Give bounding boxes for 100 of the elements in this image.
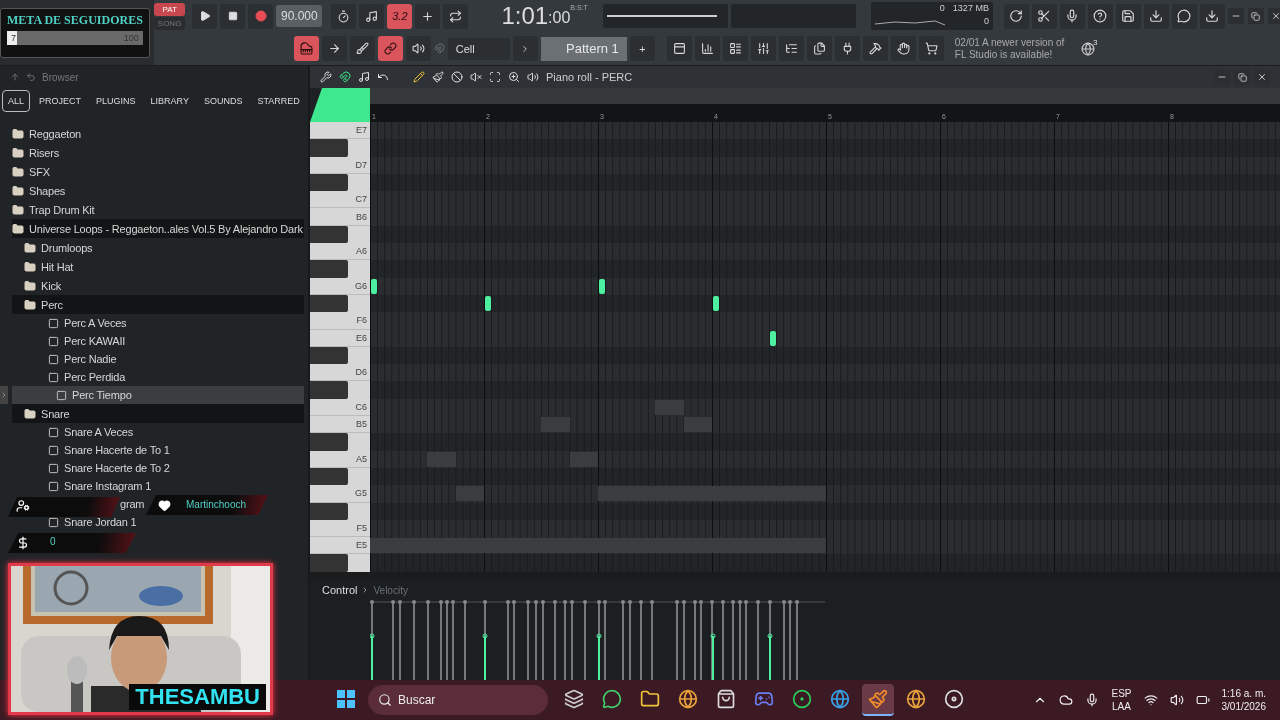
file-icon: [48, 371, 59, 383]
snap-selector[interactable]: Cell: [447, 37, 510, 60]
minimize-button[interactable]: [1214, 69, 1230, 85]
toolbar-button[interactable]: [694, 36, 720, 62]
toolbar-button[interactable]: [1003, 3, 1029, 29]
toolbar-button[interactable]: [666, 36, 692, 62]
toolbar-button[interactable]: 3.2: [387, 3, 413, 29]
file-icon: [48, 480, 59, 492]
clock-time: 1:16 a. m.: [1221, 687, 1266, 700]
window-icon: [672, 42, 686, 56]
goal-title: META DE SEGUIDORES: [7, 13, 143, 28]
tree-item[interactable]: Snare: [12, 404, 304, 423]
tree-icon: [784, 42, 798, 56]
toolbar-button[interactable]: [405, 36, 431, 62]
note-icon: [365, 9, 379, 23]
save-icon: [1121, 9, 1136, 24]
toolbar-button[interactable]: [1115, 3, 1141, 29]
microphone-icon: [1065, 9, 1080, 24]
tree-label: Shapes: [29, 184, 66, 197]
toolbar-button[interactable]: [890, 36, 916, 62]
file-icon: [48, 353, 59, 365]
toolbar-button[interactable]: [806, 36, 832, 62]
browser-tab[interactable]: ALL: [2, 90, 30, 112]
browser-tab[interactable]: STARRED: [251, 90, 306, 112]
tree-item[interactable]: Universe Loops - Reggaeton..ales Vol.5 By Alejandro Dark: [12, 219, 304, 238]
search-field[interactable]: Buscar: [368, 685, 548, 715]
key-label: E7: [356, 125, 368, 136]
voices-value: 0: [982, 16, 989, 29]
toolbar-button[interactable]: [331, 3, 357, 29]
stop-button[interactable]: [220, 3, 246, 29]
toolbar-button[interactable]: [862, 36, 888, 62]
browser-tab[interactable]: LIBRARY: [144, 90, 195, 112]
notice-text: FL Studio is available!: [954, 48, 1054, 61]
toolbar-button[interactable]: [722, 36, 748, 62]
stop-icon: [227, 11, 238, 22]
toolbar-button[interactable]: [834, 36, 860, 62]
sharp-key: [310, 554, 348, 572]
mode-toggle[interactable]: PAT: [153, 2, 186, 16]
follower-name: Martinchooch: [186, 499, 247, 510]
close-icon: [1270, 11, 1280, 22]
scissors-icon: [1037, 9, 1052, 24]
sliders-icon: [756, 42, 770, 56]
browser-tab[interactable]: PLUGINS: [90, 90, 142, 112]
brush-icon: [355, 42, 369, 56]
play-button[interactable]: [192, 3, 218, 29]
ban-icon: [451, 71, 463, 83]
toolbar-button[interactable]: [750, 36, 776, 62]
minimize-button[interactable]: [1227, 8, 1244, 25]
toolbar-button[interactable]: [1087, 3, 1113, 29]
restore-button[interactable]: [1247, 8, 1264, 25]
close-button[interactable]: [1267, 8, 1280, 25]
sharp-key: [310, 260, 348, 278]
folder-icon: [24, 260, 36, 273]
repeat-icon: [449, 9, 463, 23]
toolbar-button[interactable]: [415, 3, 441, 29]
input-language: ESP: [1111, 687, 1132, 700]
tempo-display[interactable]: 90.000: [276, 5, 323, 28]
toolbar-button[interactable]: [293, 36, 319, 62]
windows-logo-icon: [337, 690, 355, 708]
toolbar-button[interactable]: [443, 3, 469, 29]
toolbar-button[interactable]: [1059, 3, 1085, 29]
tree-label: Reggaeton: [29, 127, 82, 140]
restore-button[interactable]: [1234, 69, 1250, 85]
download-icon: [1205, 9, 1220, 24]
folder-icon: [24, 279, 36, 292]
cloud-icon: [1059, 693, 1074, 707]
close-button[interactable]: [1254, 69, 1270, 85]
tree-label: Perc Nadie: [64, 353, 117, 365]
key-label: G5: [355, 488, 368, 499]
add-pattern-button[interactable]: +: [629, 36, 655, 62]
tree-label: Risers: [29, 146, 59, 159]
tree-label: Snare Hacerte de To 1: [64, 444, 170, 456]
ghost-note: [683, 417, 712, 433]
ghost-note: [541, 417, 570, 433]
disc-icon: [944, 689, 964, 709]
heart-icon: [158, 499, 171, 512]
toolbar-button[interactable]: [349, 36, 375, 62]
pattern-selector[interactable]: Pattern 1: [540, 36, 627, 61]
key-label: C7: [355, 194, 368, 205]
tree-item[interactable]: gram: [120, 495, 145, 513]
browser-tab[interactable]: PROJECT: [33, 90, 88, 112]
file-icon: [56, 389, 67, 401]
chat-icon: [602, 689, 622, 709]
record-button[interactable]: [248, 3, 274, 29]
toolbar-button[interactable]: [1171, 3, 1197, 29]
battery-icon: [1195, 693, 1210, 707]
globe-icon: [678, 689, 698, 709]
toolbar-button[interactable]: [359, 3, 385, 29]
note-icon: [358, 71, 370, 83]
goal-current: 7: [10, 33, 17, 43]
toolbar-button[interactable]: [778, 36, 804, 62]
folder-icon: [12, 184, 24, 197]
toolbar-button[interactable]: [918, 36, 944, 62]
toolbar-button[interactable]: [1143, 3, 1169, 29]
toolbar-button[interactable]: [1199, 3, 1225, 29]
key-label: G6: [355, 280, 368, 291]
tree-item[interactable]: Perc: [12, 295, 304, 314]
toolbar-button[interactable]: [1031, 3, 1057, 29]
browser-tab[interactable]: SOUNDS: [197, 90, 249, 112]
toolbar-button[interactable]: [321, 36, 347, 62]
